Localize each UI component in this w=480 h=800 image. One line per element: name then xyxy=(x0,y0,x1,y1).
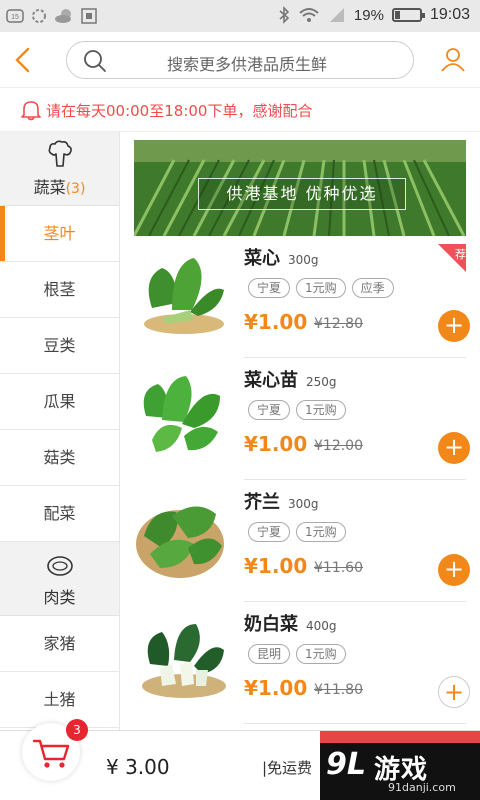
product-weight: 250g xyxy=(306,375,337,389)
product-tag: 1元购 xyxy=(296,644,346,664)
sidebar-item-mushrooms[interactable]: 菇类 xyxy=(0,430,119,486)
sidebar-item-root[interactable]: 根茎 xyxy=(0,262,119,318)
checkout-button[interactable]: 9L 游戏 91danji.com xyxy=(320,731,480,800)
sidebar-item-beans[interactable]: 豆类 xyxy=(0,318,119,374)
product-tag: 1元购 xyxy=(296,278,346,298)
product-tag: 宁夏 xyxy=(248,522,291,542)
product-price: ¥1.00 xyxy=(244,432,308,456)
product-name: 奶白菜 xyxy=(244,614,298,635)
add-to-cart-button[interactable]: + xyxy=(438,432,470,464)
screenshot-icon xyxy=(81,8,97,24)
product-weight: 300g xyxy=(288,497,319,511)
add-to-cart-button[interactable]: + xyxy=(438,554,470,586)
cart-total: ¥ 3.00 xyxy=(106,755,170,779)
order-notice: 请在每天00:00至18:00下单，感谢配合 xyxy=(0,88,480,132)
bell-icon xyxy=(21,101,41,121)
product-weight: 400g xyxy=(306,619,337,633)
settings-icon xyxy=(32,9,46,23)
sidebar-item-garnish[interactable]: 配菜 xyxy=(0,486,119,542)
watermark-mark: 9L xyxy=(326,747,366,782)
product-item[interactable]: 奶白菜 400g 昆明 1元购 ¥1.00 ¥11.80 + xyxy=(120,602,480,724)
product-price: ¥1.00 xyxy=(244,310,308,334)
category-meat-label: 肉类 xyxy=(43,588,76,607)
broccoli-icon xyxy=(48,140,72,167)
search-input[interactable]: 搜索更多供港品质生鲜 xyxy=(66,41,414,79)
promo-banner[interactable]: 供港基地 优种优选 xyxy=(134,140,466,236)
sidebar-item-native-pork[interactable]: 土猪 xyxy=(0,672,119,728)
product-name: 菜心苗 xyxy=(244,370,298,391)
product-image xyxy=(144,258,224,334)
product-name: 菜心 xyxy=(244,248,280,269)
search-placeholder: 搜索更多供港品质生鲜 xyxy=(166,55,327,74)
product-image xyxy=(142,624,226,698)
product-original-price: ¥11.60 xyxy=(314,560,363,576)
product-original-price: ¥12.80 xyxy=(314,316,363,332)
product-tag: 宁夏 xyxy=(248,400,291,420)
product-price: ¥1.00 xyxy=(244,676,308,700)
status-bar: 15 19% 19:03 xyxy=(0,0,480,32)
product-name: 芥兰 xyxy=(244,492,280,513)
sidebar-item-stem-leaf[interactable]: 茎叶 xyxy=(0,206,119,262)
product-tag: 宁夏 xyxy=(248,278,291,298)
sidebar-item-gourds[interactable]: 瓜果 xyxy=(0,374,119,430)
cart-count-badge: 3 xyxy=(66,719,88,741)
clock: 19:03 xyxy=(429,6,470,23)
bluetooth-icon xyxy=(279,6,290,24)
category-count: (3) xyxy=(65,181,86,197)
watermark-url: 91danji.com xyxy=(388,781,456,794)
product-item[interactable]: 菜心 300g 宁夏 1元购 应季 ¥1.00 ¥12.80 + 荐 xyxy=(120,236,480,358)
battery-icon xyxy=(391,8,425,22)
category-vegetables-label: 蔬菜 xyxy=(33,178,66,197)
product-list: 供港基地 优种优选 菜心 300g 宁夏 1元购 应季 ¥1.00 ¥12.80 … xyxy=(120,132,480,730)
notification-icon: 15 xyxy=(6,9,24,23)
product-original-price: ¥12.00 xyxy=(314,438,363,454)
recommend-badge: 荐 xyxy=(455,248,466,261)
header: 搜索更多供港品质生鲜 xyxy=(0,32,480,88)
add-to-cart-button[interactable]: + xyxy=(438,310,470,342)
user-icon[interactable] xyxy=(440,46,466,72)
signal-icon xyxy=(329,8,344,22)
divider xyxy=(244,723,466,724)
weather-icon xyxy=(55,9,71,23)
product-image xyxy=(136,506,224,578)
category-sidebar: 蔬菜(3) 茎叶 根茎 豆类 瓜果 菇类 配菜 肉类 家猪 土猪 xyxy=(0,132,120,730)
battery-percent: 19% xyxy=(353,6,384,24)
back-chevron-icon[interactable] xyxy=(12,46,36,74)
product-image xyxy=(143,376,220,452)
wifi-icon xyxy=(299,8,319,22)
checkout-stripe xyxy=(320,731,480,743)
add-to-cart-button[interactable]: + xyxy=(438,676,470,708)
category-vegetables[interactable]: 蔬菜(3) xyxy=(0,132,119,206)
product-weight: 300g xyxy=(288,253,319,267)
product-original-price: ¥11.80 xyxy=(314,682,363,698)
svg-text:15: 15 xyxy=(11,14,19,21)
category-meat[interactable]: 肉类 xyxy=(0,542,119,616)
product-price: ¥1.00 xyxy=(244,554,308,578)
meat-icon xyxy=(47,556,73,576)
product-tag: 1元购 xyxy=(296,400,346,420)
sidebar-item-domestic-pork[interactable]: 家猪 xyxy=(0,616,119,672)
product-tag: 昆明 xyxy=(248,644,291,664)
shipping-label: |免运费 xyxy=(262,759,313,777)
product-item[interactable]: 菜心苗 250g 宁夏 1元购 ¥1.00 ¥12.00 + xyxy=(120,358,480,480)
banner-text: 供港基地 优种优选 xyxy=(198,178,406,210)
cart-bar: 3 ¥ 3.00 |免运费 9L 游戏 91danji.com xyxy=(0,719,480,800)
product-item[interactable]: 芥兰 300g 宁夏 1元购 ¥1.00 ¥11.60 + xyxy=(120,480,480,602)
product-tag: 应季 xyxy=(351,278,394,298)
product-tag: 1元购 xyxy=(296,522,346,542)
notice-text: 请在每天00:00至18:00下单，感谢配合 xyxy=(46,102,313,120)
